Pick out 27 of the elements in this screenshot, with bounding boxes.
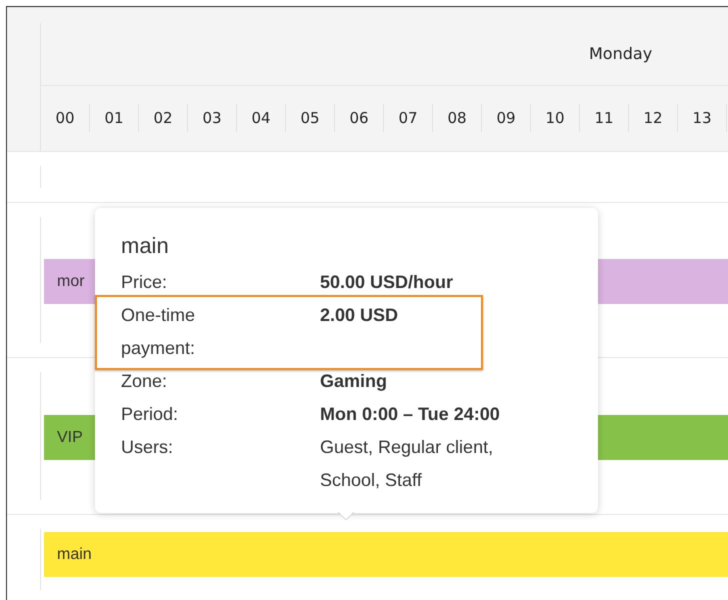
hour-label: 11 — [594, 109, 614, 128]
hour-label: 06 — [349, 109, 369, 128]
field-label: Users: — [121, 436, 174, 459]
field-value: 50.00 USD/hour — [320, 271, 454, 294]
field-label: Period: — [121, 403, 180, 426]
field-label: Zone: — [121, 370, 168, 393]
day-heading: Monday — [589, 44, 652, 64]
field-value: Guest, Regular client, School, Staff — [320, 436, 494, 492]
field-label: One-time payment: — [121, 304, 196, 360]
tariff-bar[interactable]: main — [44, 532, 728, 577]
hour-label: 10 — [545, 109, 565, 128]
hour-label: 09 — [496, 109, 516, 128]
field-value: Mon 0:00 – Tue 24:00 — [320, 403, 501, 426]
hour-label: 00 — [55, 109, 75, 128]
hour-label: 02 — [153, 109, 173, 128]
hour-label: 12 — [643, 109, 663, 128]
tooltip-title: main — [121, 232, 170, 260]
hour-label: 01 — [104, 109, 124, 128]
hour-label: 13 — [692, 109, 712, 128]
hour-label: 07 — [398, 109, 418, 128]
hour-label: 08 — [447, 109, 467, 128]
hour-label: 04 — [251, 109, 271, 128]
field-label: Price: — [121, 271, 168, 294]
field-value: 2.00 USD — [320, 304, 400, 327]
field-value: Gaming — [320, 370, 388, 393]
hour-label: 03 — [202, 109, 222, 128]
hour-label: 05 — [300, 109, 320, 128]
